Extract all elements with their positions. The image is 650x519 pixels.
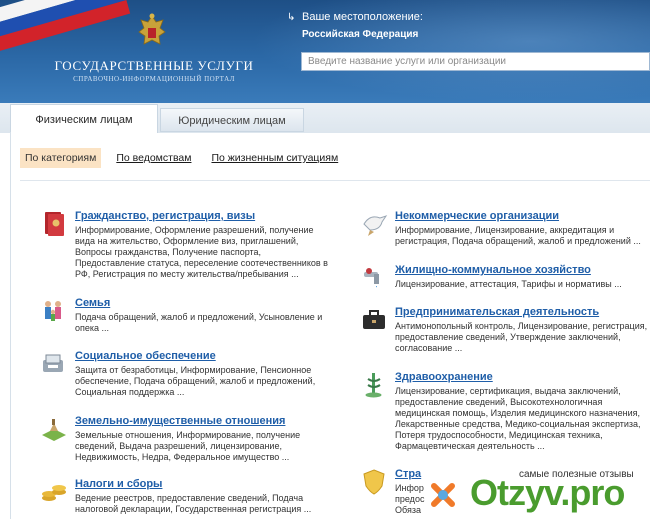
category-citizenship: Гражданство, регистрация, визы Информиро…	[40, 210, 340, 280]
category-business: Предпринимательская деятельность Антимон…	[360, 306, 650, 356]
category-description: Защита от безработицы, Информирование, П…	[75, 365, 316, 397]
portal-title[interactable]: ГОСУДАРСТВЕННЫЕ УСЛУГИ	[54, 58, 254, 74]
category-title[interactable]: Стра	[395, 468, 421, 480]
subnav-by-life-situation[interactable]: По жизненным ситуациям	[206, 148, 343, 168]
subnav-by-category[interactable]: По категориям	[20, 148, 102, 168]
location-arrow-icon: ↳	[287, 12, 296, 23]
category-title[interactable]: Предпринимательская деятельность	[395, 306, 599, 318]
faucet-icon	[364, 268, 379, 288]
location-value[interactable]: Российская Федерация	[302, 29, 418, 40]
coins-icon	[42, 485, 66, 501]
tab-legal-entities[interactable]: Юридическим лицам	[160, 108, 304, 132]
portal-header: ГОСУДАРСТВЕННЫЕ УСЛУГИ СПРАВОЧНО-ИНФОРМА…	[0, 0, 650, 103]
category-title[interactable]: Социальное обеспечение	[75, 350, 216, 362]
family-icon	[45, 301, 61, 321]
passport-icon	[45, 212, 64, 236]
dove-icon	[363, 215, 388, 236]
category-title[interactable]: Земельно-имущественные отношения	[75, 415, 285, 427]
category-title[interactable]: Некоммерческие организации	[395, 210, 559, 222]
shield-icon	[363, 469, 385, 495]
category-nonprofit: Некоммерческие организации Информировани…	[360, 210, 650, 250]
category-description: Информирование, Оформление разрешений, п…	[75, 225, 328, 279]
briefcase-icon	[363, 310, 385, 329]
category-title[interactable]: Налоги и сборы	[75, 478, 162, 490]
watermark-brand: Otzyv.pro	[470, 472, 625, 513]
category-housing: Жилищно-коммунальное хозяйство Лицензиро…	[360, 264, 650, 294]
category-description: Подача обращений, жалоб и предложений, У…	[75, 312, 323, 333]
portal-subtitle: СПРАВОЧНО-ИНФОРМАЦИОННЫЙ ПОРТАЛ	[73, 75, 235, 83]
category-healthcare: Здравоохранение Лицензирование, сертифик…	[360, 371, 650, 456]
divider	[20, 180, 650, 181]
category-description: Лицензирование, сертификация, выдача зак…	[395, 386, 641, 451]
category-family: Семья Подача обращений, жалоб и предложе…	[40, 297, 340, 337]
category-title[interactable]: Гражданство, регистрация, визы	[75, 210, 255, 222]
coat-of-arms-icon	[138, 13, 166, 45]
category-description: Антимонопольный контроль, Лицензирование…	[395, 321, 648, 353]
otzyv-logo-icon	[424, 476, 462, 514]
category-land-property: Земельно-имущественные отношения Земельн…	[40, 415, 340, 465]
subnav: По категориям По ведомствам По жизненным…	[20, 147, 353, 169]
category-taxes: Налоги и сборы Ведение реестров, предост…	[40, 478, 340, 518]
category-description: Информирование, Лицензирование, аккредит…	[395, 225, 641, 246]
medicine-icon	[365, 373, 382, 398]
category-social-security: Социальное обеспечение Защита от безрабо…	[40, 350, 340, 400]
tab-individuals[interactable]: Физическим лицам	[10, 104, 158, 133]
subnav-by-agency[interactable]: По ведомствам	[111, 148, 196, 168]
location-label: Ваше местоположение:	[302, 11, 423, 23]
category-title[interactable]: Здравоохранение	[395, 371, 493, 383]
category-description: Земельные отношения, Информирование, пол…	[75, 430, 301, 462]
category-description: Ведение реестров, предоставление сведени…	[75, 493, 312, 514]
category-description: Лицензирование, аттестация, Тарифы и нор…	[395, 279, 622, 289]
category-title[interactable]: Семья	[75, 297, 110, 309]
category-title[interactable]: Жилищно-коммунальное хозяйство	[395, 264, 591, 276]
search-input[interactable]: Введите название услуги или организации	[301, 52, 650, 71]
social-security-icon	[43, 354, 63, 372]
category-insurance: Стра Инфор предос Обяза	[360, 468, 424, 518]
land-icon	[42, 419, 66, 441]
